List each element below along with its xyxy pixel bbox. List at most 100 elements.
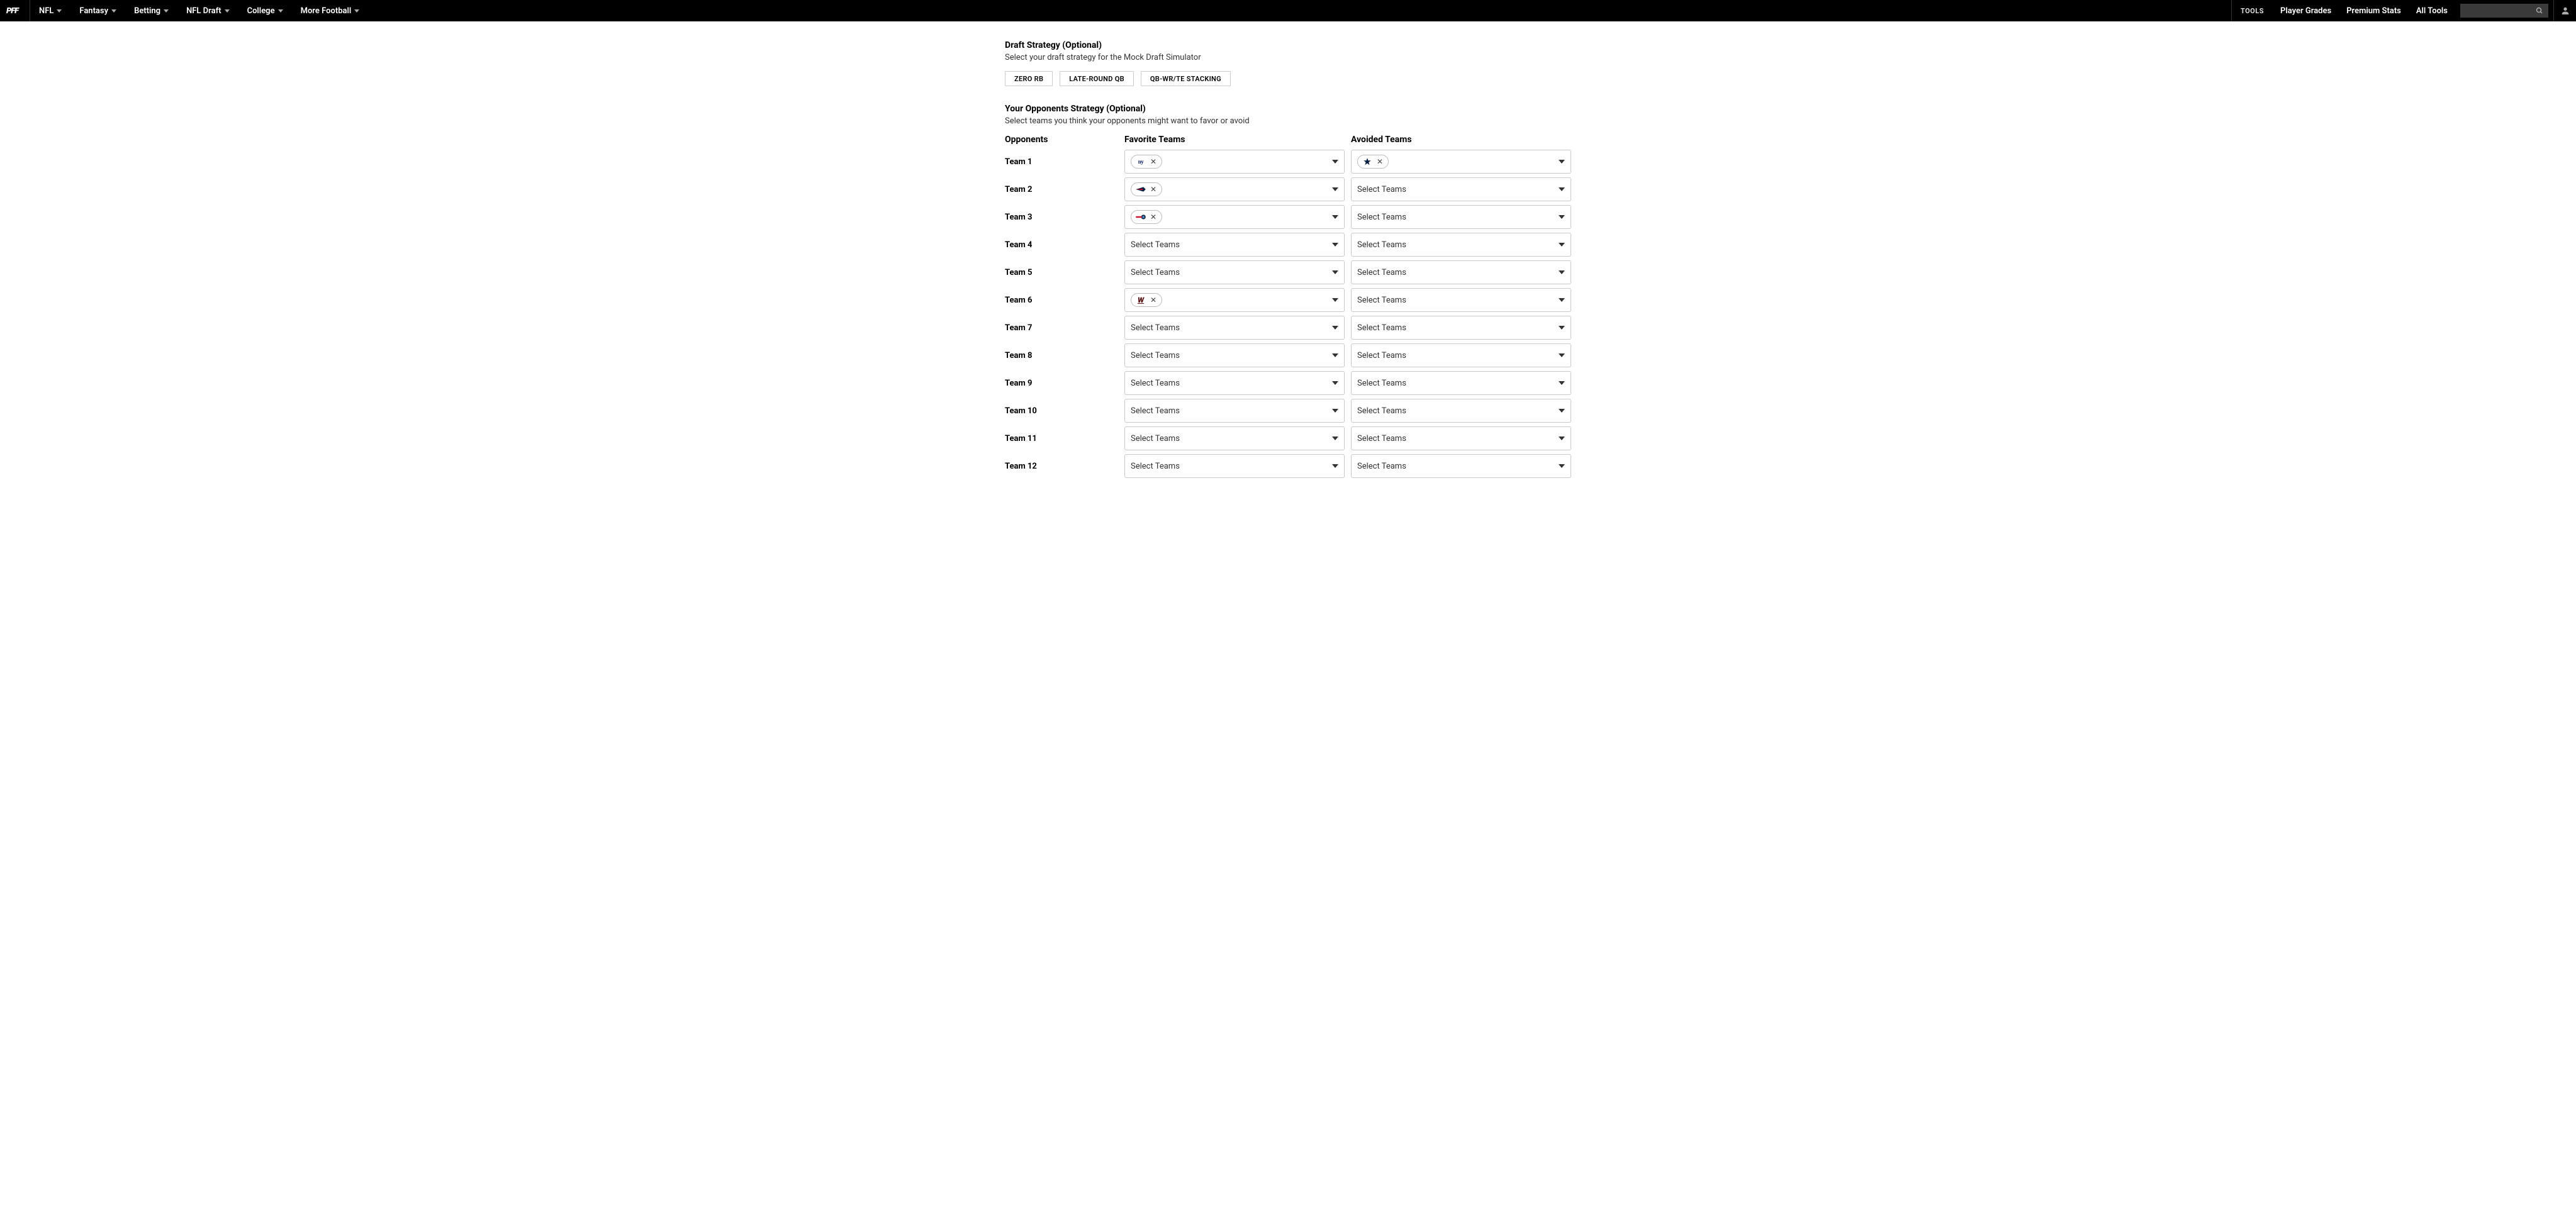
chevron-down-icon (1559, 464, 1565, 468)
chevron-down-icon (1332, 270, 1338, 274)
team-select[interactable]: Select Teams (1124, 260, 1345, 284)
opponent-label: Team 12 (1005, 462, 1118, 471)
team-select[interactable]: Select Teams (1351, 205, 1571, 229)
remove-team-button[interactable]: ✕ (1150, 213, 1156, 221)
select-placeholder: Select Teams (1357, 268, 1406, 277)
chevron-down-icon (1559, 353, 1565, 357)
chevron-down-icon (1559, 298, 1565, 302)
team-tag: ✕ (1131, 182, 1162, 196)
team-logo-ne (1135, 185, 1146, 194)
team-select[interactable]: ✕ (1124, 177, 1345, 201)
search-icon (2536, 7, 2543, 14)
team-logo-nyg: ny (1135, 157, 1146, 166)
chevron-down-icon (111, 9, 116, 13)
chevron-down-icon (1332, 409, 1338, 413)
chevron-down-icon (1332, 381, 1338, 385)
opponent-label: Team 2 (1005, 185, 1118, 194)
team-select[interactable]: Select Teams (1124, 233, 1345, 257)
team-select[interactable]: Select Teams (1124, 371, 1345, 395)
team-logo-was: W (1135, 296, 1146, 304)
chevron-down-icon (1559, 243, 1565, 247)
chevron-down-icon (1559, 409, 1565, 413)
chevron-down-icon (225, 9, 230, 13)
nav-item[interactable]: NFL (30, 0, 70, 21)
strategy-chip[interactable]: QB-WR/TE STACKING (1141, 71, 1231, 86)
chevron-down-icon (1332, 215, 1338, 219)
strategy-chips: ZERO RB LATE-ROUND QB QB-WR/TE STACKING (1005, 71, 1571, 86)
col-opponents: Opponents (1005, 135, 1118, 146)
chevron-down-icon (1559, 215, 1565, 219)
strategy-chip[interactable]: ZERO RB (1005, 71, 1053, 86)
team-select[interactable]: W✕ (1124, 288, 1345, 312)
remove-team-button[interactable]: ✕ (1150, 157, 1156, 166)
nav-item[interactable]: More Football (292, 0, 369, 21)
strategy-chip[interactable]: LATE-ROUND QB (1060, 71, 1134, 86)
chevron-down-icon (1559, 160, 1565, 164)
chevron-down-icon (1332, 298, 1338, 302)
select-placeholder: Select Teams (1357, 296, 1406, 305)
select-placeholder: Select Teams (1357, 240, 1406, 250)
nav-right: TOOLS Player GradesPremium StatsAll Tool… (2231, 0, 2576, 21)
select-placeholder: Select Teams (1357, 213, 1406, 222)
select-placeholder: Select Teams (1357, 434, 1406, 443)
remove-team-button[interactable]: ✕ (1377, 157, 1383, 166)
team-logo-ten (1135, 213, 1146, 221)
opponent-label: Team 6 (1005, 296, 1118, 305)
chevron-down-icon (1332, 326, 1338, 330)
team-select[interactable]: Select Teams (1124, 454, 1345, 478)
opponent-label: Team 10 (1005, 406, 1118, 416)
select-placeholder: Select Teams (1357, 379, 1406, 388)
chevron-down-icon (278, 9, 283, 13)
nav-item[interactable]: College (238, 0, 292, 21)
team-select[interactable]: Select Teams (1351, 426, 1571, 450)
team-tag: ✕ (1357, 155, 1389, 169)
team-select[interactable]: ✕ (1124, 205, 1345, 229)
user-menu[interactable] (2553, 0, 2576, 21)
team-select[interactable]: Select Teams (1124, 399, 1345, 423)
chevron-down-icon (1332, 353, 1338, 357)
nav-item[interactable]: Betting (125, 0, 177, 21)
remove-team-button[interactable]: ✕ (1150, 185, 1156, 194)
select-placeholder: Select Teams (1357, 462, 1406, 471)
team-select[interactable]: ✕ (1351, 150, 1571, 174)
col-favorite: Favorite Teams (1124, 135, 1345, 146)
opponent-label: Team 1 (1005, 157, 1118, 167)
nav-item[interactable]: All Tools (2409, 0, 2455, 21)
chevron-down-icon (1559, 270, 1565, 274)
remove-team-button[interactable]: ✕ (1150, 296, 1156, 304)
team-logo-dal (1362, 157, 1373, 166)
opponent-label: Team 4 (1005, 240, 1118, 250)
team-select[interactable]: Select Teams (1351, 371, 1571, 395)
nav-item[interactable]: NFL Draft (177, 0, 238, 21)
team-select[interactable]: Select Teams (1351, 233, 1571, 257)
team-select[interactable]: Select Teams (1124, 316, 1345, 340)
tools-label: TOOLS (2231, 0, 2273, 21)
select-placeholder: Select Teams (1131, 434, 1180, 443)
select-placeholder: Select Teams (1357, 351, 1406, 360)
team-select[interactable]: Select Teams (1351, 177, 1571, 201)
search-input[interactable] (2460, 4, 2548, 18)
team-select[interactable]: Select Teams (1124, 426, 1345, 450)
pff-logo[interactable]: PFF (0, 6, 30, 16)
select-placeholder: Select Teams (1131, 351, 1180, 360)
draft-strategy-title: Draft Strategy (Optional) (1005, 40, 1571, 50)
team-select[interactable]: Select Teams (1351, 316, 1571, 340)
chevron-down-icon (1559, 326, 1565, 330)
select-placeholder: Select Teams (1357, 185, 1406, 194)
team-tag: ny ✕ (1131, 155, 1162, 169)
nav-item[interactable]: Premium Stats (2339, 0, 2409, 21)
team-select[interactable]: Select Teams (1351, 454, 1571, 478)
draft-strategy-subtitle: Select your draft strategy for the Mock … (1005, 53, 1571, 62)
team-select[interactable]: Select Teams (1351, 260, 1571, 284)
chevron-down-icon (1332, 160, 1338, 164)
team-select[interactable]: Select Teams (1351, 343, 1571, 367)
nav-item[interactable]: Player Grades (2273, 0, 2339, 21)
nav-item[interactable]: Fantasy (70, 0, 125, 21)
chevron-down-icon (1559, 437, 1565, 440)
team-select[interactable]: ny ✕ (1124, 150, 1345, 174)
team-select[interactable]: Select Teams (1351, 288, 1571, 312)
chevron-down-icon (1332, 437, 1338, 440)
team-tag: ✕ (1131, 210, 1162, 224)
team-select[interactable]: Select Teams (1124, 343, 1345, 367)
team-select[interactable]: Select Teams (1351, 399, 1571, 423)
